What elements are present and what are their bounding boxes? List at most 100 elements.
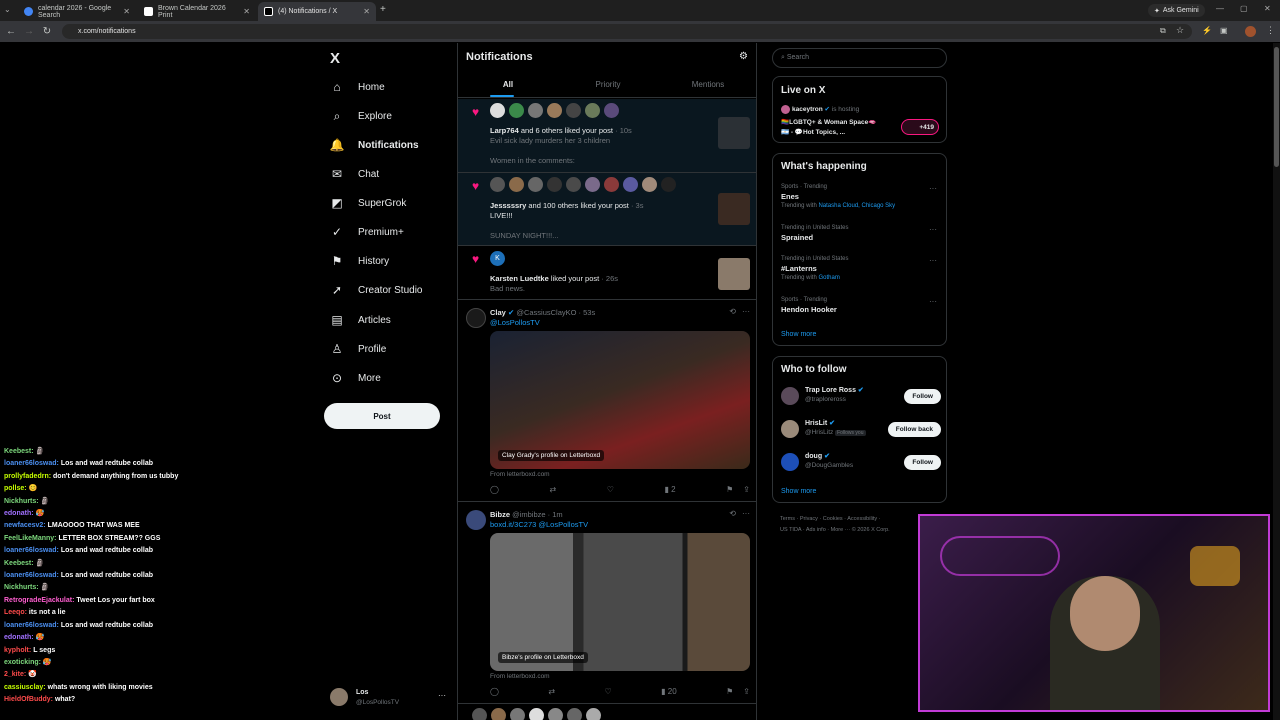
link-card-image[interactable]: Clay Grady's profile on Letterboxd: [490, 331, 750, 469]
extensions-puzzle-icon[interactable]: ▣: [1220, 26, 1228, 35]
search-input[interactable]: ⌕ Search: [772, 48, 947, 68]
page-scrollbar[interactable]: [1273, 43, 1280, 720]
tweet[interactable]: Bibze @imbibze · 1m ⟲ ··· boxd.it/3C273 …: [458, 502, 756, 704]
views-icon[interactable]: ▮ 2: [664, 485, 675, 494]
views-icon[interactable]: ▮ 20: [661, 687, 677, 696]
tab-list-icon[interactable]: ⌄: [4, 5, 11, 14]
show-more-link[interactable]: Show more: [781, 488, 816, 495]
close-tab-icon[interactable]: ✕: [123, 7, 130, 16]
nav-label: Chat: [358, 168, 380, 180]
post-button[interactable]: Post: [324, 403, 440, 429]
tab-mentions[interactable]: Mentions: [658, 73, 756, 97]
browser-tab-3[interactable]: (4) Notifications / X ✕: [258, 2, 376, 21]
like-icon[interactable]: ♡: [607, 485, 614, 494]
nav-notifications[interactable]: 🔔 Notifications: [330, 135, 419, 155]
nav-articles[interactable]: ▤ Articles: [330, 310, 390, 330]
minimize-icon[interactable]: —: [1216, 4, 1224, 13]
share-icon[interactable]: ⇪: [743, 485, 750, 494]
retweet-icon[interactable]: ⇄: [550, 485, 557, 494]
more-dots-icon[interactable]: ···: [929, 256, 937, 265]
new-tab-button[interactable]: +: [380, 4, 386, 15]
footer-links[interactable]: Terms · Privacy · Cookies · Accessibilit…: [780, 516, 881, 522]
listener-count[interactable]: +419: [901, 119, 939, 135]
close-window-icon[interactable]: ✕: [1264, 4, 1271, 13]
notification-item[interactable]: ♥ Larp764 and 6 others liked your post ·…: [458, 99, 756, 173]
bookmark-icon[interactable]: ⚑: [726, 687, 733, 696]
views-count: 20: [667, 687, 677, 696]
more-dots-icon[interactable]: ···: [742, 307, 750, 316]
x-logo-icon[interactable]: X: [330, 50, 340, 67]
tweet-text[interactable]: boxd.it/3C273 @LosPollosTV: [490, 520, 588, 529]
follow-back-button[interactable]: Follow back: [887, 422, 941, 437]
forward-icon[interactable]: →: [20, 26, 38, 37]
back-icon[interactable]: ←: [2, 26, 20, 37]
show-more-link[interactable]: Show more: [781, 331, 816, 338]
more-dots-icon[interactable]: ···: [929, 184, 937, 193]
nav-explore[interactable]: ⌕ Explore: [330, 106, 392, 126]
like-icon[interactable]: ♡: [605, 687, 612, 696]
bookmark-star-icon[interactable]: ☆: [1176, 25, 1184, 36]
chat-text: 🗿: [35, 559, 45, 567]
follow-button[interactable]: Follow: [904, 455, 941, 470]
more-dots-icon[interactable]: ···: [742, 509, 750, 518]
nav-supergrok[interactable]: ◩ SuperGrok: [330, 193, 406, 213]
url-bar[interactable]: x.com/notifications: [62, 24, 1192, 39]
footer-links[interactable]: US TIDA · Ads info · More ··· © 2026 X C…: [780, 527, 890, 533]
reply-icon[interactable]: ◯: [490, 687, 499, 696]
notification-item[interactable]: ♥ Jesssssry and 100 others liked your po…: [458, 173, 756, 246]
browser-tab-1[interactable]: calendar 2026 - Google Search ✕: [18, 2, 136, 21]
live-space-title[interactable]: 🏳️‍🌈LGBTQ+ & Woman Space🫦: [781, 118, 901, 126]
close-tab-icon[interactable]: ✕: [243, 7, 250, 16]
nav-premium[interactable]: ✓ Premium+: [330, 222, 404, 242]
extension-icon[interactable]: ⚡: [1202, 26, 1212, 35]
grok-icon[interactable]: ⟲: [729, 307, 736, 316]
tab-priority[interactable]: Priority: [558, 73, 658, 97]
trend-item[interactable]: Sports · Trending Hendon Hooker ···: [781, 297, 941, 314]
retweet-icon[interactable]: ⇄: [548, 687, 555, 696]
bookmark-icon[interactable]: ⚑: [726, 485, 733, 494]
heart-icon: ♥: [472, 252, 480, 266]
tab-all[interactable]: All: [458, 73, 558, 97]
nav-profile[interactable]: ♙ Profile: [330, 339, 387, 359]
share-icon[interactable]: ⇪: [743, 687, 750, 696]
chat-text: 🗿: [35, 448, 45, 455]
nav-creator-studio[interactable]: ➚ Creator Studio: [330, 280, 423, 300]
live-host[interactable]: kaceytron ✔ is hosting: [781, 105, 859, 114]
more-dots-icon[interactable]: ···: [929, 297, 937, 306]
nav-history[interactable]: ⚑ History: [330, 251, 390, 271]
follow-suggestion[interactable]: HrisLit ✔ @HrisLitz Follows you Follow b…: [781, 418, 941, 442]
install-icon[interactable]: ⧉: [1160, 26, 1166, 36]
nav-label: History: [358, 255, 390, 267]
profile-avatar-icon[interactable]: [1245, 26, 1256, 37]
trend-item[interactable]: Trending in United States #Lanterns Trendi…: [781, 256, 941, 281]
reload-icon[interactable]: ↻: [38, 26, 56, 37]
nav-more[interactable]: ⊙ More: [330, 368, 381, 388]
browser-tab-2[interactable]: Brown Calendar 2026 Print ✕: [138, 2, 256, 21]
follow-suggestion[interactable]: doug ✔ @DougGambles Follow: [781, 451, 941, 475]
nav-home[interactable]: ⌂ Home: [330, 77, 384, 97]
menu-dots-icon[interactable]: ⋮: [1266, 25, 1275, 36]
maximize-icon[interactable]: ▢: [1240, 4, 1248, 13]
notification-tabs: All Priority Mentions: [458, 73, 756, 98]
more-dots-icon[interactable]: ···: [929, 225, 937, 234]
live-space-title-2[interactable]: 🇦🇷 - 💬Hot Topics, ...: [781, 128, 901, 136]
nav-chat[interactable]: ✉ Chat: [330, 164, 379, 184]
close-tab-icon[interactable]: ✕: [363, 7, 370, 16]
tweet-text[interactable]: @LosPollosTV: [490, 318, 540, 327]
scrollbar-thumb[interactable]: [1274, 47, 1279, 167]
tweet[interactable]: Clay ✔ @CassiusClayKO · 53s ⟲ ··· @LosPo…: [458, 300, 756, 502]
grok-icon[interactable]: ⟲: [729, 509, 736, 518]
ask-gemini-label: Ask Gemini: [1162, 7, 1199, 14]
trend-item[interactable]: Sports · Trending Enes Trending with Natas…: [781, 184, 941, 209]
notification-item[interactable]: ♥ K Karsten Luedtke liked your post · 26…: [458, 246, 756, 300]
ask-gemini-button[interactable]: ✦ Ask Gemini: [1148, 4, 1205, 17]
search-icon: ⌕: [333, 108, 341, 123]
reply-icon[interactable]: ◯: [490, 485, 499, 494]
avatar: K: [490, 251, 505, 266]
trend-item[interactable]: Trending in United States Sprained ···: [781, 225, 941, 242]
follow-suggestion[interactable]: Trap Lore Ross ✔ @traploreross Follow: [781, 385, 941, 409]
settings-gear-icon[interactable]: ⚙: [739, 51, 748, 62]
account-switcher[interactable]: Los @LosPollosTV ···: [330, 688, 450, 710]
link-card-image[interactable]: Bibze's profile on Letterboxd: [490, 533, 750, 671]
follow-button[interactable]: Follow: [904, 389, 941, 404]
